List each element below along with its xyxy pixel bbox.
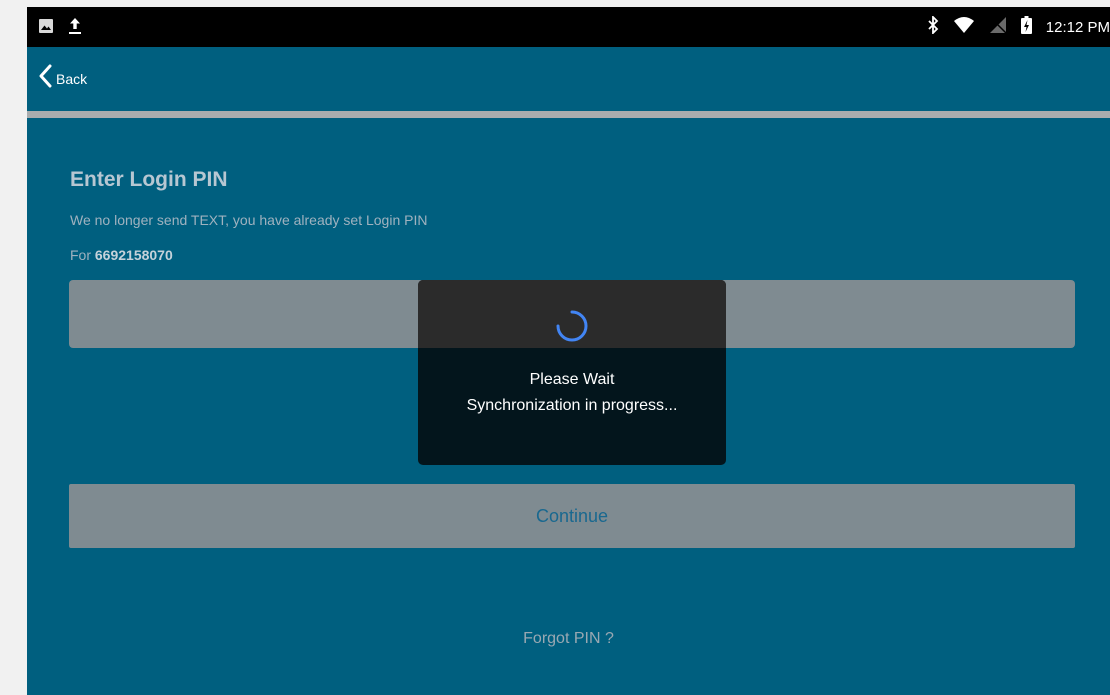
battery-charging-icon [1020, 16, 1032, 39]
device-screen: 12:12 PM Back Enter Login PIN We no long… [27, 7, 1110, 695]
loading-spinner-icon [556, 310, 588, 342]
phone-line: For 6692158070 [70, 247, 173, 263]
dialog-message: Synchronization in progress... [466, 397, 678, 414]
status-bar-right: 12:12 PM [927, 14, 1110, 39]
status-bar-left [38, 17, 82, 40]
phone-for-label: For [70, 247, 91, 263]
header-divider [27, 111, 1110, 118]
app-bar: Back [27, 47, 1110, 111]
status-bar: 12:12 PM [27, 7, 1110, 47]
continue-button[interactable]: Continue [69, 484, 1075, 548]
signal-icon [989, 16, 1007, 39]
forgot-pin-link[interactable]: Forgot PIN ? [27, 630, 1110, 648]
page-subtitle: We no longer send TEXT, you have already… [70, 212, 428, 228]
back-button[interactable]: Back [38, 64, 87, 93]
progress-dialog: Please Wait Synchronization in progress.… [418, 280, 726, 465]
chevron-left-icon [38, 64, 52, 93]
bluetooth-icon [927, 14, 939, 39]
page-title: Enter Login PIN [70, 168, 228, 191]
status-time: 12:12 PM [1045, 19, 1110, 36]
dialog-title: Please Wait [529, 371, 615, 388]
back-label: Back [56, 70, 88, 87]
upload-icon [68, 17, 82, 40]
image-icon [38, 18, 54, 39]
phone-number: 6692158070 [94, 247, 173, 263]
wifi-icon [953, 16, 975, 39]
